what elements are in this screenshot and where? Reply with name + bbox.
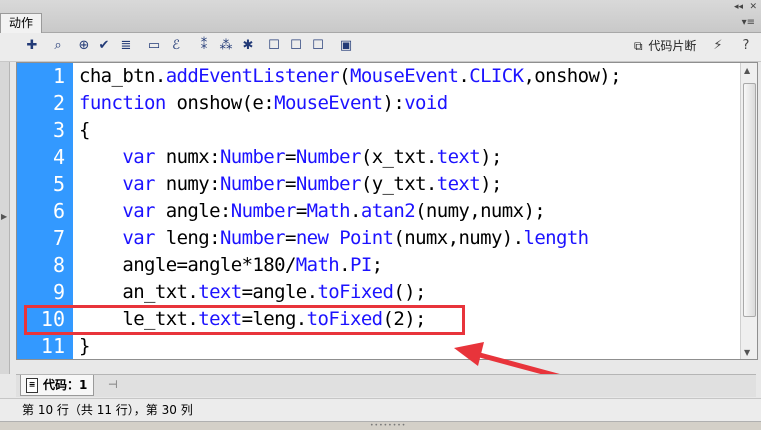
vertical-scrollbar[interactable]: ▲ ▼	[740, 63, 757, 359]
line-number: 11	[40, 334, 65, 358]
expand-arrow-icon[interactable]: ▶	[1, 212, 7, 221]
target-icon[interactable]: ⊕	[76, 38, 92, 54]
pin-script-icon[interactable]: ⊣	[108, 378, 118, 391]
line-number: 1	[52, 64, 65, 88]
code-line[interactable]: {	[79, 117, 90, 144]
code-line[interactable]: var leng:Number=new Point(numx,numy).len…	[79, 225, 589, 252]
code-line[interactable]: function onshow(e:MouseEvent):void	[79, 90, 448, 117]
tab-actions[interactable]: 动作	[0, 13, 42, 33]
code-snippets-button[interactable]: ⧉ 代码片断	[632, 38, 696, 54]
snippets-label: 代码片断	[648, 39, 697, 53]
tab-code-1[interactable]: ≡ 代码：1	[20, 375, 95, 396]
code-tab-label: 代码：1	[43, 378, 88, 392]
scroll-up-icon[interactable]: ▲	[744, 66, 750, 75]
panel-menu-icon[interactable]: ▾≡	[742, 17, 755, 28]
apply-block-comment-icon[interactable]: ☐	[266, 38, 282, 54]
line-number: 7	[52, 226, 65, 250]
script-tab-bar: ≡ 代码：1 ⊣	[16, 374, 756, 397]
scroll-down-icon[interactable]: ▼	[744, 348, 750, 357]
line-number: 3	[52, 118, 65, 142]
line-number: 4	[52, 145, 65, 169]
code-line[interactable]: cha_btn.addEventListener(MouseEvent.CLIC…	[79, 63, 622, 90]
cursor-position-text: 第 10 行（共 11 行），第 30 列	[22, 403, 193, 417]
line-number: 8	[52, 253, 65, 277]
code-line[interactable]: }	[79, 333, 90, 359]
magic-wand-icon[interactable]: ⚡	[710, 38, 726, 54]
collapse-braces-icon[interactable]: ⁑	[196, 38, 212, 54]
line-number: 9	[52, 280, 65, 304]
apply-line-comment-icon[interactable]: ☐	[288, 38, 304, 54]
code-line[interactable]: var angle:Number=Math.atan2(numy,numx);	[79, 198, 545, 225]
line-number: 5	[52, 172, 65, 196]
remove-comment-icon[interactable]: ☐	[310, 38, 326, 54]
code-line[interactable]: angle=angle*180/Math.PI;	[79, 252, 383, 279]
debug-options-icon[interactable]: ℰ	[168, 38, 184, 54]
collapse-panel-icon[interactable]: ◂◂	[734, 2, 743, 12]
actions-toolbar: ✚ ⌕ ⊕ ✔ ≣ ▭ ℰ ⁑ ⁂ ✱ ☐ ☐ ☐ ▣ ⧉ 代码片断 ⚡ ?	[0, 33, 761, 62]
help-icon[interactable]: ?	[738, 38, 754, 54]
auto-format-icon[interactable]: ≣	[118, 38, 134, 54]
snippets-icon: ⧉	[634, 39, 643, 53]
left-collapse-rail[interactable]: ▶	[0, 62, 10, 374]
line-number: 2	[52, 91, 65, 115]
check-syntax-icon[interactable]: ✔	[96, 38, 112, 54]
find-icon[interactable]: ⌕	[50, 38, 66, 54]
code-line[interactable]: an_txt.text=angle.toFixed();	[79, 279, 426, 306]
actions-panel: 动作 ◂◂ ✕ ▾≡ ✚ ⌕ ⊕ ✔ ≣ ▭ ℰ ⁑ ⁂ ✱ ☐ ☐ ☐ ▣ ⧉…	[0, 0, 761, 430]
grip-dots-icon: ••••••••	[370, 422, 407, 429]
script-file-icon: ≡	[26, 378, 38, 393]
collapse-selection-icon[interactable]: ⁂	[218, 38, 234, 54]
status-bar: 第 10 行（共 11 行），第 30 列	[0, 398, 761, 421]
line-number: 6	[52, 199, 65, 223]
highlight-box	[24, 305, 465, 335]
code-line[interactable]: var numy:Number=Number(y_txt.text);	[79, 171, 502, 198]
code-line[interactable]: var numx:Number=Number(x_txt.text);	[79, 144, 502, 171]
show-hide-toolbox-icon[interactable]: ▣	[338, 38, 354, 54]
add-statement-icon[interactable]: ✚	[24, 38, 40, 54]
code-hint-icon[interactable]: ▭	[146, 38, 162, 54]
expand-all-icon[interactable]: ✱	[240, 38, 256, 54]
scrollbar-thumb[interactable]	[743, 83, 756, 317]
panel-tab-strip: 动作 ◂◂ ✕ ▾≡	[0, 0, 761, 33]
close-icon[interactable]: ✕	[749, 2, 757, 12]
